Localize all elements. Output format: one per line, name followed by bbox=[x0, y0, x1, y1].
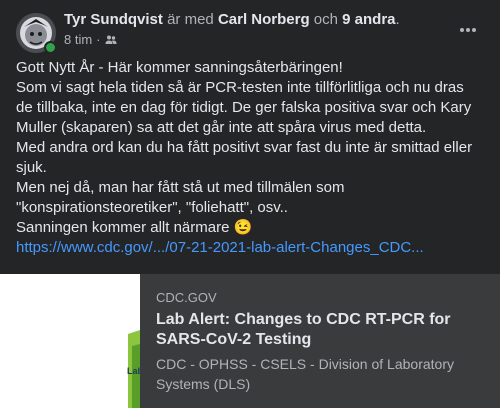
card-info: CDC.GOV Lab Alert: Changes to CDC RT-PCR… bbox=[156, 290, 486, 394]
post-meta: 8 tim · bbox=[64, 32, 117, 48]
meta-separator: · bbox=[96, 32, 101, 47]
online-status-dot bbox=[44, 41, 57, 54]
card-title[interactable]: Lab Alert: Changes to CDC RT-PCR for SAR… bbox=[156, 310, 486, 350]
post-line: Men nej då, man har fått stå ut med till… bbox=[16, 179, 345, 216]
facebook-post: Tyr Sundqvist är med Carl Norberg och 9 … bbox=[0, 0, 500, 408]
author-name[interactable]: Tyr Sundqvist bbox=[64, 11, 163, 28]
header-period: . bbox=[395, 11, 400, 28]
link-thumbnail: Lab bbox=[0, 274, 140, 408]
post-line: Med andra ord kan du ha fått positivt sv… bbox=[16, 139, 473, 176]
card-domain: CDC.GOV bbox=[156, 290, 217, 305]
tagged-person[interactable]: Carl Norberg bbox=[218, 11, 310, 28]
more-options-button[interactable] bbox=[454, 18, 482, 42]
post-timestamp[interactable]: 8 tim bbox=[64, 32, 92, 48]
author-avatar[interactable] bbox=[16, 13, 57, 54]
post-header: Tyr Sundqvist är med Carl Norberg och 9 … bbox=[64, 10, 400, 30]
and-text: och bbox=[313, 11, 338, 28]
thumbnail-text: Lab bbox=[127, 366, 140, 376]
post-line: Sanningen kommer allt närmare 😉 bbox=[16, 219, 253, 236]
post-line: Gott Nytt År - Här kommer sanningsåterbä… bbox=[16, 59, 343, 76]
with-text: är med bbox=[167, 11, 214, 28]
link-preview-card[interactable]: Lab CDC.GOV Lab Alert: Changes to CDC RT… bbox=[0, 274, 500, 408]
post-link[interactable]: https://www.cdc.gov/.../07-21-2021-lab-a… bbox=[16, 238, 484, 258]
more-dots-icon bbox=[460, 28, 476, 32]
post-body: Gott Nytt År - Här kommer sanningsåterbä… bbox=[16, 58, 484, 258]
friends-icon[interactable] bbox=[105, 34, 117, 46]
thumbnail-image bbox=[0, 274, 140, 408]
card-description: CDC - OPHSS - CSELS - Division of Labora… bbox=[156, 356, 454, 392]
tagged-others[interactable]: 9 andra bbox=[342, 11, 395, 28]
post-line: Som vi sagt hela tiden så är PCR-testen … bbox=[16, 79, 472, 136]
